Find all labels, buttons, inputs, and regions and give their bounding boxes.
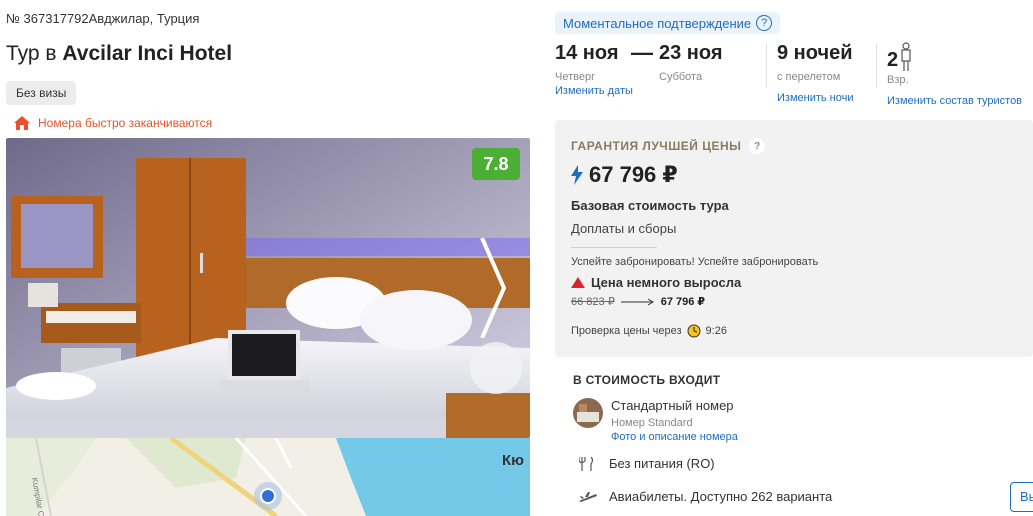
price-increased-text: Цена немного выросла: [591, 275, 742, 290]
date-to-day: Суббота: [659, 71, 703, 83]
no-visa-badge: Без визы: [6, 81, 77, 105]
hotel-room-photo: [6, 138, 530, 438]
price-change-line: 66 823 ₽ 67 796 ₽: [571, 295, 705, 308]
rooms-running-out-notice: Номера быстро заканчиваются: [14, 116, 212, 130]
fork-knife-icon: [579, 456, 594, 471]
instant-confirmation-badge: Моментальное подтверждение ?: [555, 12, 781, 34]
date-range-dash: —: [631, 40, 653, 65]
divider: [766, 44, 767, 88]
date-from-block: 14 ноя Четверг Изменить даты: [555, 42, 633, 97]
question-icon[interactable]: ?: [756, 15, 773, 31]
best-price-guarantee: ГАРАНТИЯ ЛУЧШЕЙ ЦЕНЫ ?: [571, 138, 766, 154]
hotel-photo-gallery[interactable]: 7.8: [6, 138, 530, 438]
tour-price: 67 796 ₽: [571, 162, 678, 188]
question-icon[interactable]: ?: [749, 138, 766, 154]
date-from: 14 ноя: [555, 42, 619, 64]
arrow-right-icon: [620, 298, 654, 305]
price-check-time: 9:26: [705, 325, 727, 337]
tourists-block: 2 Взр. Изменить состав туристов: [887, 42, 1022, 107]
divider: [571, 247, 657, 248]
change-nights-link[interactable]: Изменить ночи: [777, 92, 854, 104]
title-prefix: Тур в: [6, 42, 63, 65]
change-dates-link[interactable]: Изменить даты: [555, 85, 633, 97]
nights-count: 9 ночей: [777, 42, 853, 64]
tour-location: Авджилар, Турция: [88, 11, 200, 26]
hotel-name: Avcilar Inci Hotel: [62, 42, 233, 65]
extras-label: Доплаты и сборы: [571, 221, 677, 236]
hurry-book-text: Успейте забронировать! Успейте заброниро…: [571, 256, 819, 268]
hotel-map[interactable]: Kumpilar Cadde Кю: [6, 438, 530, 516]
room-type: Номер Standard: [611, 417, 693, 429]
tour-price-value: 67 796 ₽: [589, 162, 678, 187]
chevron-right-icon[interactable]: [478, 238, 508, 338]
change-tourists-link[interactable]: Изменить состав туристов: [887, 95, 1022, 107]
base-cost-label: Базовая стоимость тура: [571, 198, 729, 213]
house-icon: [14, 116, 30, 130]
price-panel: ГАРАНТИЯ ЛУЧШЕЙ ЦЕНЫ ? 67 796 ₽ Базовая …: [555, 120, 1033, 357]
map-graphic: Kumpilar Cadde: [6, 438, 530, 516]
tourists-sub: Взр.: [887, 74, 909, 86]
tour-number: № 367317792: [6, 11, 89, 26]
triangle-up-icon: [571, 277, 585, 288]
meal-plan-text: Без питания (RO): [609, 456, 715, 471]
room-thumbnail[interactable]: [573, 398, 603, 428]
price-check-label: Проверка цены через: [571, 325, 682, 337]
choose-flight-button[interactable]: Вы: [1010, 482, 1033, 512]
tourists-count: 2: [887, 49, 899, 71]
page-title: Тур в Avcilar Inci Hotel: [6, 42, 232, 66]
room-name: Стандартный номер: [611, 398, 734, 413]
instant-confirmation-text: Моментальное подтверждение: [563, 15, 752, 31]
lightning-icon: [571, 165, 583, 185]
included-section-title: В СТОИМОСТЬ ВХОДИТ: [573, 373, 721, 387]
date-to-block: 23 ноя Суббота: [659, 42, 723, 83]
old-price: 66 823 ₽: [571, 296, 615, 308]
price-check-timer: Проверка цены через 9:26: [571, 324, 727, 338]
divider: [876, 44, 877, 88]
date-to: 23 ноя: [659, 42, 723, 64]
airplane-icon: [579, 491, 597, 502]
nights-block: 9 ночей с перелетом Изменить ночи: [777, 42, 854, 104]
date-from-day: Четверг: [555, 71, 596, 83]
flights-text: Авиабилеты. Доступно 262 варианта: [609, 489, 833, 504]
map-place-label: Кю: [502, 452, 524, 469]
nights-sub: с перелетом: [777, 71, 841, 83]
tour-id-line: № 367317792Авджилар, Турция: [6, 11, 199, 26]
price-increased-notice: Цена немного выросла: [571, 275, 741, 290]
best-price-guarantee-text: ГАРАНТИЯ ЛУЧШЕЙ ЦЕНЫ: [571, 139, 742, 153]
hotel-rating-badge: 7.8: [472, 148, 520, 180]
rooms-running-out-text: Номера быстро заканчиваются: [38, 116, 213, 130]
flights-info: Авиабилеты. Доступно 262 варианта: [579, 489, 832, 504]
clock-icon: [687, 324, 701, 338]
room-thumbnail-image: [573, 398, 603, 428]
meal-plan: Без питания (RO): [579, 456, 715, 471]
new-price: 67 796 ₽: [660, 296, 706, 308]
room-photos-link[interactable]: Фото и описание номера: [611, 431, 738, 443]
person-icon: [901, 42, 911, 71]
